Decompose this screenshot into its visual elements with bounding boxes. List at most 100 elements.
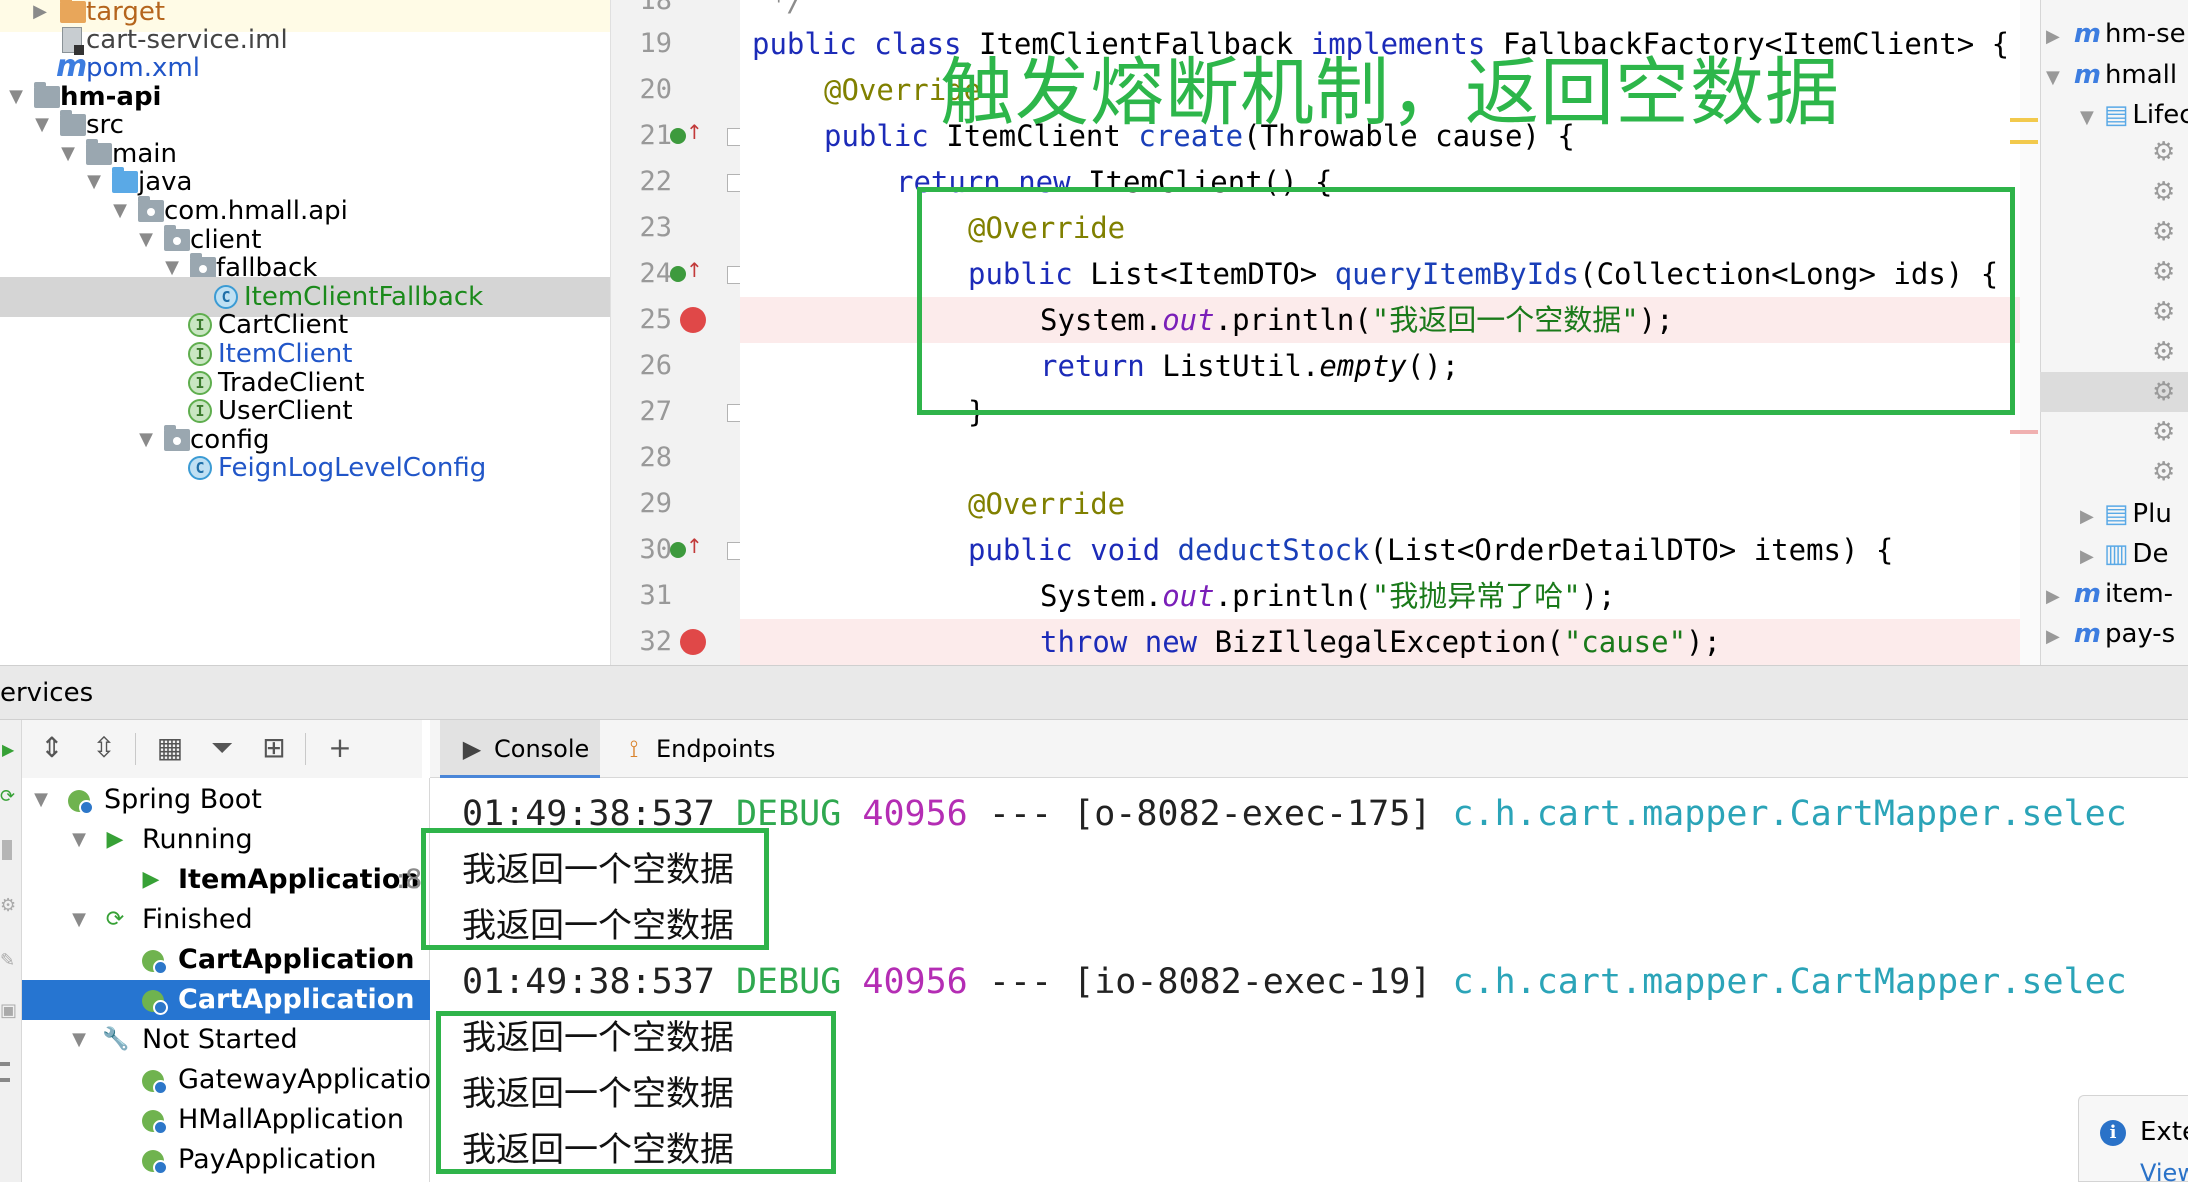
maven-row-label: hmall — [2104, 60, 2178, 90]
log-logger: c.h.cart.mapper.CartMapper.selec — [1452, 794, 2127, 834]
gear-icon[interactable]: ⚙ — [2152, 139, 2176, 165]
tree-row-feignloglevelconfig[interactable]: C FeignLogLevelConfig — [0, 448, 610, 488]
package-icon — [138, 196, 164, 222]
expanded-arrow-icon[interactable]: ▼ — [68, 820, 90, 860]
svc-row-pay-application[interactable]: PayApplication — [22, 1140, 430, 1180]
expanded-arrow-icon[interactable]: ▼ — [2046, 67, 2060, 88]
spring-boot-icon — [142, 990, 168, 1015]
svc-row-item-application[interactable]: ▶ ItemApplication :8 — [22, 860, 430, 900]
maven-row[interactable]: ▶ ▥ De — [2080, 534, 2168, 574]
svc-row-hmall-application[interactable]: HMallApplication — [22, 1100, 430, 1140]
expanded-arrow-icon[interactable]: ▼ — [68, 900, 90, 940]
maven-row-label: Plu — [2132, 499, 2172, 529]
code-token: deductStock — [1177, 533, 1370, 567]
gear-icon[interactable]: ⚙ — [2152, 419, 2176, 445]
svc-row-running[interactable]: ▼ ▶ Running — [22, 820, 430, 860]
code-token: @Override — [968, 487, 1126, 521]
scroll-warning-marker[interactable] — [2010, 140, 2038, 144]
maven-icon: m — [2073, 60, 2101, 90]
log-level: DEBUG — [735, 962, 842, 1002]
maven-icon: m — [2073, 579, 2101, 609]
spring-boot-icon — [142, 1110, 168, 1135]
collapsed-arrow-icon[interactable]: ▶ — [2046, 586, 2060, 607]
tab-console[interactable]: ▶ Console — [440, 720, 600, 778]
line-number: 21 — [639, 120, 672, 151]
maven-row[interactable]: ▶ m hm-se — [2046, 14, 2186, 54]
editor-scrollbar[interactable] — [2020, 0, 2040, 665]
filter-icon[interactable]: ⏷ — [204, 730, 240, 766]
override-method-icon[interactable]: ↑ — [670, 120, 703, 151]
code-token: BizIllegalException( — [1214, 625, 1564, 659]
expanded-arrow-icon[interactable]: ▼ — [30, 780, 52, 820]
highlight-box-code — [917, 187, 2015, 415]
svc-row-finished[interactable]: ▼ ⟳ Finished — [22, 900, 430, 940]
code-token: out — [1162, 579, 1215, 613]
svc-row-gateway-application[interactable]: GatewayApplication — [22, 1060, 448, 1100]
lifecycle-icon: ▤ — [2103, 100, 2129, 130]
gear-icon[interactable]: ⚙ — [2152, 339, 2176, 365]
notification-link[interactable]: View — [2140, 1158, 2188, 1182]
dependencies-icon: ▥ — [2103, 539, 2129, 569]
rerun-icon[interactable]: ⟳ — [0, 786, 15, 807]
maven-row[interactable]: ▶ m item- — [2046, 574, 2173, 614]
tree-label: FeignLogLevelConfig — [218, 453, 487, 483]
wrench-icon: 🔧 — [102, 1027, 130, 1052]
gear-icon[interactable]: ⚙ — [2152, 459, 2176, 485]
gear-icon[interactable]: ⚙ — [2152, 179, 2176, 205]
line-number: 27 — [639, 396, 672, 427]
expanded-arrow-icon[interactable]: ▼ — [68, 1020, 90, 1060]
collapsed-arrow-icon[interactable]: ▶ — [2080, 546, 2094, 567]
group-by-icon[interactable]: ▦ — [152, 730, 188, 766]
package-icon — [190, 253, 216, 279]
expand-all-icon[interactable]: ⇕ — [34, 730, 70, 766]
line-number: 29 — [639, 488, 672, 519]
scroll-error-marker[interactable] — [2010, 430, 2038, 434]
toolbar-separator — [305, 733, 306, 765]
scroll-warning-marker[interactable] — [2010, 118, 2038, 122]
collapsed-arrow-icon[interactable]: ▶ — [2046, 626, 2060, 647]
svc-row-spring-boot[interactable]: ▼ Spring Boot — [22, 780, 430, 820]
gear-icon[interactable]: ⚙ — [2152, 259, 2176, 285]
source-folder-icon — [112, 167, 138, 193]
maven-row-label: De — [2132, 539, 2169, 569]
run-icon[interactable]: ▶ — [2, 740, 14, 759]
line-number: 20 — [639, 74, 672, 105]
breakpoint-icon[interactable] — [680, 307, 706, 333]
line-number: 25 — [639, 304, 672, 335]
log-thread: [o-8082-exec-175] — [1073, 794, 1432, 834]
gear-icon[interactable]: ⚙ — [2152, 219, 2176, 245]
new-service-icon[interactable]: ⊞ — [256, 730, 292, 766]
breakpoint-icon[interactable] — [680, 629, 706, 655]
gear-icon[interactable]: ⚙ — [2152, 299, 2176, 325]
log-pid: 40956 — [862, 962, 968, 1002]
maven-row[interactable]: ▶ ▤ Plu — [2080, 494, 2172, 534]
override-method-icon[interactable]: ↑ — [670, 534, 703, 565]
pin-icon[interactable]: ✎ — [0, 950, 15, 971]
tab-endpoints[interactable]: ⟟ Endpoints — [612, 720, 792, 778]
more-icon[interactable] — [0, 1062, 10, 1082]
collapsed-arrow-icon[interactable]: ▶ — [2080, 506, 2094, 527]
override-method-icon[interactable]: ↑ — [670, 258, 703, 289]
stop-icon[interactable] — [2, 840, 12, 860]
maven-row[interactable]: ▼ m hmall — [2046, 55, 2177, 95]
gear-icon[interactable]: ⚙ — [2152, 379, 2176, 405]
svc-row-cart-application[interactable]: CartApplication — [22, 940, 430, 980]
svc-row-not-started[interactable]: ▼ 🔧 Not Started — [22, 1020, 430, 1060]
maven-row[interactable]: ▼ ▤ Lifec — [2080, 95, 2188, 135]
code-token: .println( — [1214, 579, 1372, 613]
code-line-32: throw new BizIllegalException("cause"); — [1040, 619, 1721, 665]
svc-label: CartApplication — [178, 944, 415, 975]
endpoints-icon: ⟟ — [629, 735, 639, 763]
maven-row-label: hm-se — [2104, 19, 2186, 49]
services-title: ervices — [0, 678, 94, 708]
settings-icon[interactable]: ⚙ — [0, 895, 16, 916]
collapse-all-icon[interactable]: ⇳ — [86, 730, 122, 766]
layout-icon[interactable]: ▣ — [0, 1000, 17, 1021]
add-icon[interactable]: + — [322, 730, 358, 766]
code-line-30: public void deductStock(List<OrderDetail… — [968, 527, 1893, 573]
collapsed-arrow-icon[interactable]: ▶ — [2046, 26, 2060, 47]
expanded-arrow-icon[interactable]: ▼ — [2080, 107, 2094, 128]
code-token: public class — [752, 27, 962, 61]
maven-row[interactable]: ▶ m pay-s — [2046, 614, 2175, 654]
svc-row-cart-application-selected[interactable]: CartApplication — [22, 980, 430, 1020]
